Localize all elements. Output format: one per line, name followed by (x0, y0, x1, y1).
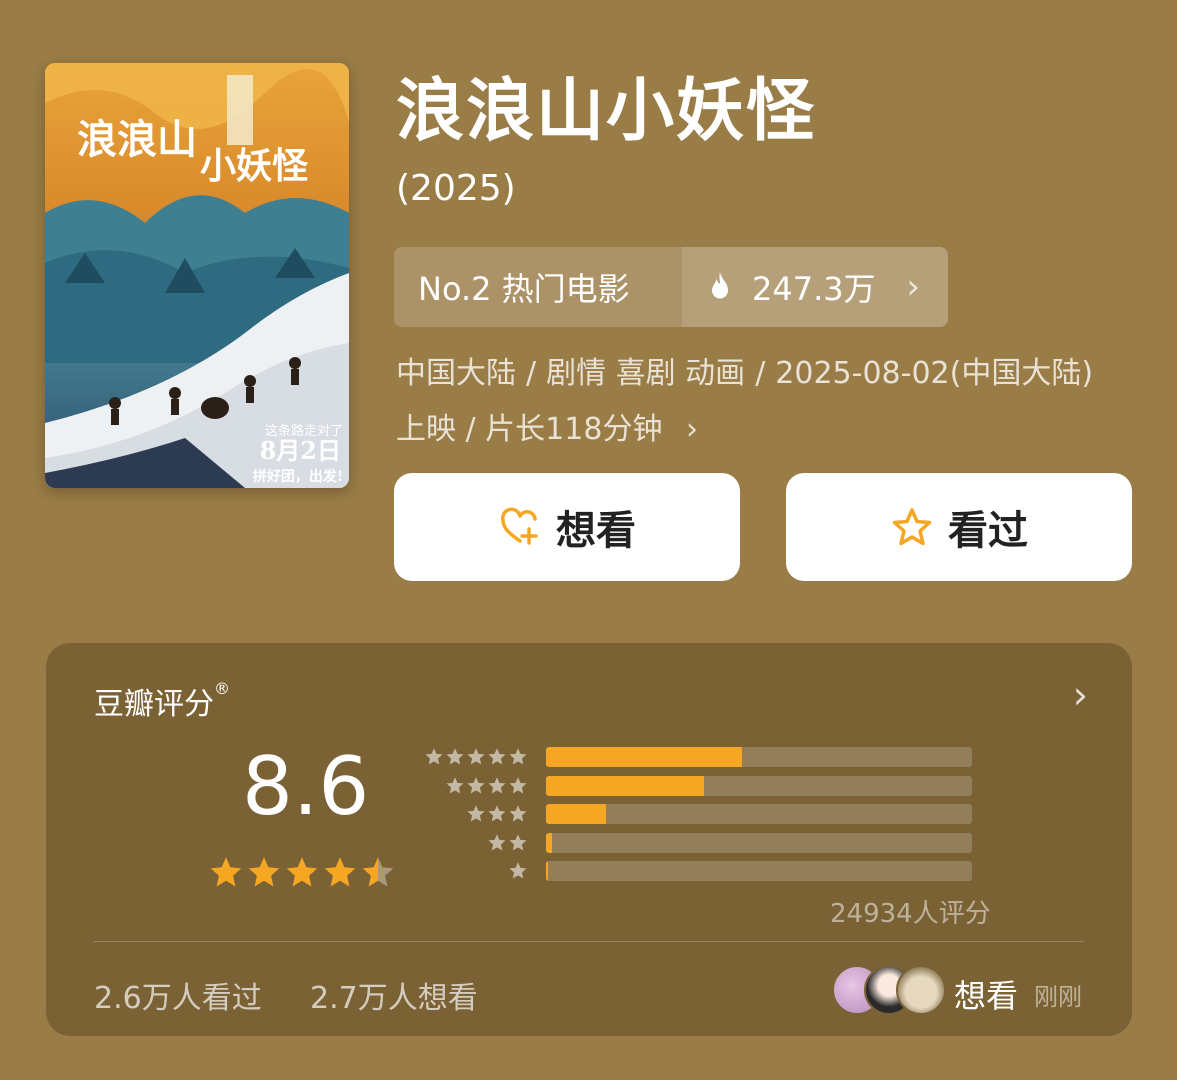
rating-count: 24934人评分 (830, 899, 991, 929)
star-icon (509, 862, 527, 879)
rating-score: 8.6 (242, 740, 370, 833)
star-icon (488, 834, 506, 851)
chevron-right-icon[interactable]: › (1073, 673, 1088, 717)
movie-year: (2025) (396, 168, 516, 209)
score-star-icon (210, 857, 242, 887)
chevron-right-icon: › (686, 412, 698, 447)
rating-bar-row (424, 857, 974, 886)
rating-bar-row (424, 829, 974, 858)
rating-bar-stars (424, 833, 528, 853)
rating-bar-fill (546, 832, 553, 853)
poster-date-text: 8月2日 (260, 436, 341, 465)
movie-poster[interactable]: 浪浪山 小妖怪 这条路走对了 8月2日 拼好团，出发! (45, 63, 349, 488)
heart-plus-icon (501, 507, 538, 545)
star-icon (467, 805, 485, 822)
rating-bar-track (546, 747, 972, 768)
meta-release-date: 2025-08-02(中国大陆) (775, 356, 1094, 391)
rating-bar-fill (546, 747, 742, 768)
rating-bar-row (424, 743, 974, 772)
want-button-label: 想看 (556, 508, 636, 554)
want-to-watch-button[interactable]: 想看 (394, 473, 740, 581)
rating-bar-fill (546, 804, 606, 825)
rating-bar-fill (546, 861, 549, 882)
seen-button-label: 看过 (948, 508, 1028, 554)
meta-separator: / (526, 356, 537, 391)
rank-label[interactable]: No.2 热门电影 (394, 247, 682, 327)
poster-title-text: 浪浪山 (77, 116, 197, 163)
star-icon (509, 748, 527, 765)
star-icon (509, 834, 527, 851)
meta-line-2: 上映 / 片长118分钟 › (396, 402, 1136, 458)
meta-line-1: 中国大陆 / 剧情 喜剧 动画 / 2025-08-02(中国大陆) (396, 346, 1136, 402)
rating-bar-track (546, 775, 972, 796)
rating-bar-row (424, 772, 974, 801)
star-icon (488, 748, 506, 765)
poster-subtitle-text: 小妖怪 (200, 145, 309, 187)
score-star-icon (248, 857, 280, 887)
score-star-icon (324, 857, 356, 887)
seen-count[interactable]: 2.6万人看过 (94, 973, 262, 1017)
meta-region: 中国大陆 (396, 356, 516, 391)
chevron-right-icon: › (906, 267, 920, 307)
poster-tagline-text: 拼好团，出发! (253, 468, 343, 485)
star-icon (446, 777, 464, 794)
star-icon (488, 805, 506, 822)
watched-button[interactable]: 看过 (786, 473, 1132, 581)
want-count[interactable]: 2.7万人想看 (310, 973, 478, 1017)
star-icon (467, 748, 485, 765)
movie-title: 浪浪山小妖怪 (396, 72, 817, 151)
star-icon (892, 508, 932, 546)
star-icon (446, 748, 464, 765)
activity-label: 想看 (954, 977, 1019, 1015)
rating-bar-track (546, 861, 972, 882)
star-icon (467, 777, 485, 794)
rating-bar-stars (424, 804, 528, 824)
registered-mark: ® (214, 679, 230, 698)
avatar (896, 965, 946, 1015)
rating-bar-track (546, 832, 972, 853)
fire-icon (712, 272, 728, 299)
score-star-icon (286, 857, 318, 887)
meta-genres: 剧情 喜剧 动画 (546, 356, 746, 391)
friend-avatars[interactable] (832, 965, 946, 1015)
rank-heat-box[interactable]: No.2 热门电影 247.3万 › (394, 247, 948, 327)
heat-section[interactable]: 247.3万 › (682, 247, 948, 327)
heat-value: 247.3万 (752, 270, 876, 308)
activity-time: 刚刚 (1034, 983, 1082, 1011)
rating-bar-stars (424, 776, 528, 796)
divider (94, 941, 1084, 942)
rating-bar-fill (546, 775, 704, 796)
rating-distribution (424, 743, 974, 886)
star-icon (488, 777, 506, 794)
star-icon (509, 805, 527, 822)
rating-card[interactable]: 豆瓣评分® › 8.6 24934人评分 2.6万人看过 2.7万人想看 想看 … (46, 643, 1132, 1036)
rating-bar-row (424, 800, 974, 829)
rating-bar-stars (424, 747, 528, 767)
star-icon (425, 748, 443, 765)
rating-bar-track (546, 804, 972, 825)
star-icon (509, 777, 527, 794)
meta-separator: / (755, 356, 766, 391)
rating-stars (208, 855, 396, 891)
score-star-icon (362, 857, 394, 887)
rating-bar-stars (424, 861, 528, 881)
meta-runtime: 上映 / 片长118分钟 (396, 412, 663, 447)
movie-meta[interactable]: 中国大陆 / 剧情 喜剧 动画 / 2025-08-02(中国大陆) 上映 / 片长11… (396, 346, 1136, 458)
rating-section-title: 豆瓣评分® (94, 679, 230, 723)
rating-title-text: 豆瓣评分 (94, 687, 214, 722)
